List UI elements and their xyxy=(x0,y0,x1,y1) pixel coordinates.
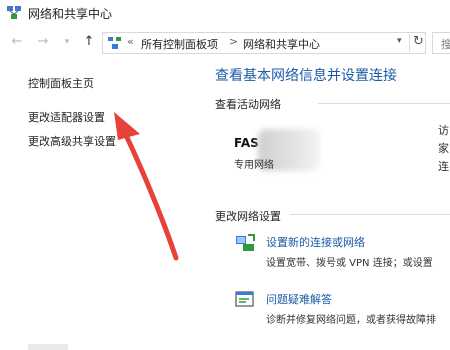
address-separator[interactable]: > xyxy=(229,35,238,48)
network-center-icon xyxy=(7,6,21,19)
title-bar: 网络和共享中心 xyxy=(0,0,450,26)
forward-arrow-icon[interactable]: → xyxy=(36,35,50,49)
address-overflow[interactable]: « xyxy=(127,35,134,48)
address-dropdown-icon[interactable]: ▾ xyxy=(397,36,402,46)
sidebar-item-change-adapter-settings[interactable]: 更改适配器设置 xyxy=(28,109,105,125)
address-segment-all-items[interactable]: 所有控制面板项 xyxy=(141,36,218,52)
search-placeholder: 搜 xyxy=(441,38,450,51)
address-segment-network-center[interactable]: 网络和共享中心 xyxy=(243,36,320,52)
network-setup-icon xyxy=(236,234,255,251)
sidebar-item-control-panel-home[interactable]: 控制面板主页 xyxy=(28,75,94,91)
network-type: 专用网络 xyxy=(234,160,274,171)
control-panel-icon xyxy=(108,37,121,49)
troubleshoot-link[interactable]: 问题疑难解答 xyxy=(266,291,332,307)
setup-connection-description: 设置宽带、拨号或 VPN 连接；或设置 xyxy=(266,258,433,269)
setup-connection-link[interactable]: 设置新的连接或网络 xyxy=(266,234,365,250)
access-type-label: 访 xyxy=(438,124,449,137)
search-input[interactable]: 搜 xyxy=(432,32,450,54)
troubleshoot-description: 诊断并修复网络问题，或者获得故障排 xyxy=(266,315,436,326)
recent-dropdown-icon[interactable]: ▾ xyxy=(60,35,74,49)
back-arrow-icon[interactable]: ← xyxy=(10,35,24,49)
up-arrow-icon[interactable]: ↑ xyxy=(82,35,96,49)
address-toolbar: ← → ▾ ↑ « 所有控制面板项 > 网络和共享中心 ▾ ↻ 搜 xyxy=(0,30,450,56)
active-networks-heading: 查看活动网络 xyxy=(215,98,281,111)
sidebar-see-also xyxy=(28,344,68,350)
address-box[interactable]: « 所有控制面板项 > 网络和共享中心 ▾ ↻ xyxy=(102,32,426,54)
change-network-settings-heading: 更改网络设置 xyxy=(215,210,281,223)
sidebar-item-advanced-sharing[interactable]: 更改高级共享设置 xyxy=(28,133,116,149)
refresh-icon[interactable]: ↻ xyxy=(409,34,424,52)
page-title: 查看基本网络信息并设置连接 xyxy=(215,68,397,84)
connections-label: 连 xyxy=(438,160,449,173)
section-divider xyxy=(290,214,450,215)
window-title: 网络和共享中心 xyxy=(28,7,113,21)
homegroup-label: 家 xyxy=(438,142,449,155)
network-name: FAS xyxy=(234,136,259,150)
sidebar: 控制面板主页 更改适配器设置 更改高级共享设置 xyxy=(0,56,200,350)
troubleshoot-icon xyxy=(235,291,254,307)
section-divider xyxy=(318,103,450,104)
